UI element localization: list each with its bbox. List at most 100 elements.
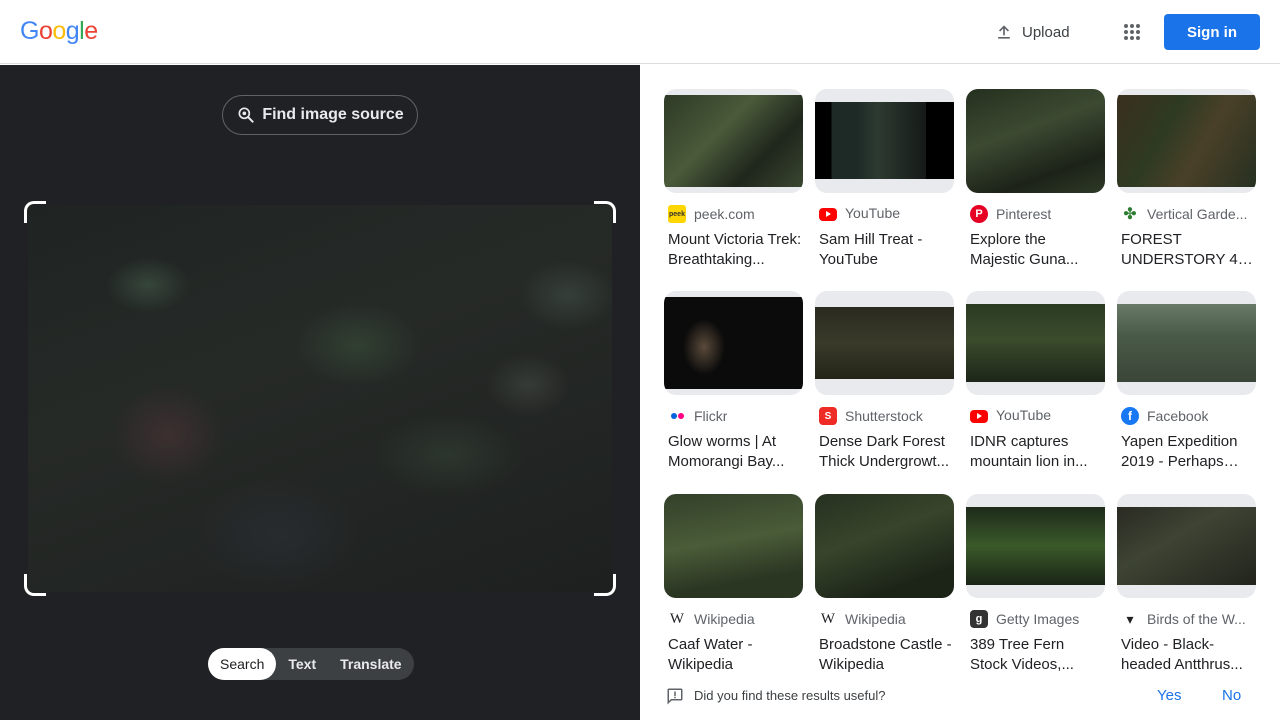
result-source-label: Flickr xyxy=(694,408,728,424)
pinterest-icon: P xyxy=(970,205,988,223)
find-image-source-button[interactable]: Find image source xyxy=(222,95,418,135)
apps-button[interactable] xyxy=(1116,16,1148,48)
result-thumbnail[interactable] xyxy=(966,89,1105,193)
result-source-label: Birds of the W... xyxy=(1147,611,1246,627)
results-pane: peek peek.com Mount Victoria Trek: Breat… xyxy=(640,65,1280,720)
result-source: S Shutterstock xyxy=(819,407,954,425)
result-source: Flickr xyxy=(668,407,803,425)
result-card[interactable]: ▾ Birds of the W... Video - Black-headed… xyxy=(1117,494,1256,673)
result-thumbnail[interactable] xyxy=(1117,494,1256,598)
result-source: peek peek.com xyxy=(668,205,803,223)
result-thumbnail[interactable] xyxy=(815,494,954,598)
getty-icon: g xyxy=(970,610,988,628)
result-title[interactable]: Sam Hill Treat - YouTube xyxy=(819,230,953,270)
query-image-pane: Find image source Search Text Translate xyxy=(0,65,640,720)
wikipedia-icon: W xyxy=(820,610,836,627)
top-bar: Google Upload Sign in xyxy=(0,0,1280,64)
result-card[interactable]: S Shutterstock Dense Dark Forest Thick U… xyxy=(815,291,954,470)
result-title[interactable]: IDNR captures mountain lion in... xyxy=(970,432,1104,472)
result-card[interactable]: g Getty Images 389 Tree Fern Stock Video… xyxy=(966,494,1105,673)
result-source: W Wikipedia xyxy=(668,610,803,628)
result-source: g Getty Images xyxy=(970,610,1105,628)
result-title[interactable]: FOREST UNDERSTORY 4 |... xyxy=(1121,230,1255,270)
feedback-yes-button[interactable]: Yes xyxy=(1157,687,1181,704)
leaf-icon: ✤ xyxy=(1123,206,1137,223)
result-source-label: Pinterest xyxy=(996,206,1052,222)
result-card[interactable]: f Facebook Yapen Expedition 2019 - Perha… xyxy=(1117,291,1256,470)
mode-tabs: Search Text Translate xyxy=(208,648,414,680)
result-card[interactable]: peek peek.com Mount Victoria Trek: Breat… xyxy=(664,89,803,268)
result-card[interactable]: YouTube IDNR captures mountain lion in..… xyxy=(966,291,1105,470)
result-card[interactable]: Flickr Glow worms | At Momorangi Bay... xyxy=(664,291,803,470)
peek-icon: peek xyxy=(668,205,686,223)
flickr-icon xyxy=(668,407,686,425)
crop-handle-bottom-right[interactable] xyxy=(594,574,616,596)
tab-text[interactable]: Text xyxy=(276,648,328,680)
shutterstock-icon: S xyxy=(819,407,837,425)
result-source-label: Wikipedia xyxy=(694,611,755,627)
feedback-no-button[interactable]: No xyxy=(1222,687,1241,704)
apps-grid-icon xyxy=(1124,24,1140,40)
result-title[interactable]: Mount Victoria Trek: Breathtaking... xyxy=(668,230,802,270)
crop-handle-bottom-left[interactable] xyxy=(24,574,46,596)
result-thumbnail[interactable] xyxy=(966,291,1105,395)
upload-button[interactable]: Upload xyxy=(984,16,1080,48)
wikipedia-icon: W xyxy=(669,610,685,627)
result-thumbnail[interactable] xyxy=(966,494,1105,598)
result-thumbnail[interactable] xyxy=(1117,291,1256,395)
crop-handle-top-right[interactable] xyxy=(594,201,616,223)
bird-icon: ▾ xyxy=(1126,610,1134,627)
google-logo[interactable]: Google xyxy=(20,17,98,46)
crop-selection[interactable] xyxy=(24,201,616,596)
result-source-label: YouTube xyxy=(845,205,901,221)
logo-letter: o xyxy=(52,17,66,45)
result-card[interactable]: W Wikipedia Broadstone Castle - Wikipedi… xyxy=(815,494,954,673)
result-title[interactable]: Caaf Water - Wikipedia xyxy=(668,635,802,675)
upload-label: Upload xyxy=(1022,23,1070,41)
result-title[interactable]: Explore the Majestic Guna... xyxy=(970,230,1104,270)
result-source: W Wikipedia xyxy=(819,610,954,628)
result-thumbnail[interactable] xyxy=(1117,89,1256,193)
result-source-label: Vertical Garde... xyxy=(1147,206,1248,222)
result-card[interactable]: W Wikipedia Caaf Water - Wikipedia xyxy=(664,494,803,673)
upload-icon xyxy=(998,25,1010,39)
result-thumbnail[interactable] xyxy=(664,291,803,395)
feedback-bar: Did you find these results useful? Yes N… xyxy=(640,672,1280,720)
result-source: YouTube xyxy=(970,407,1105,423)
result-source-label: YouTube xyxy=(996,407,1052,423)
result-title[interactable]: Video - Black-headed Antthrus... xyxy=(1121,635,1255,675)
logo-letter: o xyxy=(38,17,53,45)
result-source: P Pinterest xyxy=(970,205,1105,223)
lens-search-icon xyxy=(238,107,254,123)
result-source: ✤ Vertical Garde... xyxy=(1121,205,1256,223)
result-card[interactable]: YouTube Sam Hill Treat - YouTube xyxy=(815,89,954,268)
result-thumbnail[interactable] xyxy=(664,494,803,598)
logo-letter: G xyxy=(20,17,39,45)
youtube-icon xyxy=(819,207,837,221)
result-title[interactable]: Dense Dark Forest Thick Undergrowt... xyxy=(819,432,953,472)
result-title[interactable]: 389 Tree Fern Stock Videos,... xyxy=(970,635,1104,675)
sign-in-button[interactable]: Sign in xyxy=(1164,14,1260,50)
crop-handle-top-left[interactable] xyxy=(24,201,46,223)
result-thumbnail[interactable] xyxy=(664,89,803,193)
logo-letter: g xyxy=(65,17,80,45)
result-source-label: Facebook xyxy=(1147,408,1209,424)
result-thumbnail[interactable] xyxy=(815,291,954,395)
result-source-label: Wikipedia xyxy=(845,611,906,627)
facebook-icon: f xyxy=(1121,407,1139,425)
result-card[interactable]: P Pinterest Explore the Majestic Guna... xyxy=(966,89,1105,268)
result-title[interactable]: Glow worms | At Momorangi Bay... xyxy=(668,432,802,472)
query-image xyxy=(28,205,612,592)
result-thumbnail[interactable] xyxy=(815,89,954,193)
result-source-label: Getty Images xyxy=(996,611,1080,627)
feedback-question: Did you find these results useful? xyxy=(694,688,886,703)
result-title[interactable]: Broadstone Castle - Wikipedia xyxy=(819,635,953,675)
tab-search[interactable]: Search xyxy=(208,648,277,680)
result-card[interactable]: ✤ Vertical Garde... FOREST UNDERSTORY 4 … xyxy=(1117,89,1256,268)
result-source-label: peek.com xyxy=(694,206,755,222)
result-source-label: Shutterstock xyxy=(845,408,923,424)
result-source: YouTube xyxy=(819,205,954,221)
result-source: f Facebook xyxy=(1121,407,1256,425)
result-title[interactable]: Yapen Expedition 2019 - Perhaps ou... xyxy=(1121,432,1255,472)
tab-translate[interactable]: Translate xyxy=(328,648,413,680)
